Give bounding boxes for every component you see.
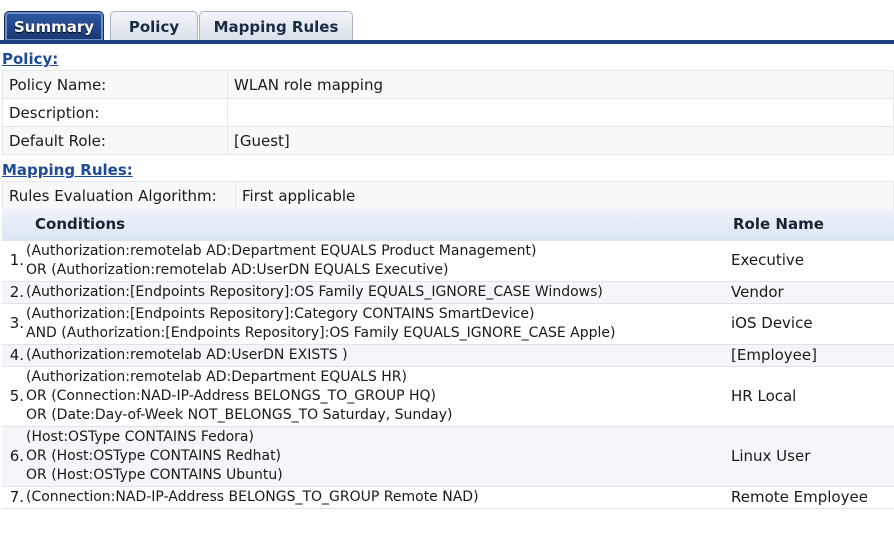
rule-role-name: [Employee] <box>725 343 894 367</box>
rule-role-name: Executive <box>725 239 894 282</box>
default-role-row: Default Role: [Guest] <box>2 126 894 155</box>
policy-section-title: Policy: <box>2 50 59 68</box>
condition-line: OR (Connection:NAD-IP-Address BELONGS_TO… <box>26 387 436 404</box>
description-label: Description: <box>2 98 228 127</box>
table-row: 1. (Authorization:remotelab AD:Department… <box>2 239 894 282</box>
rule-conditions: (Authorization:remotelab AD:UserDN EXIST… <box>25 343 725 367</box>
condition-line: (Host:OSType CONTAINS Fedora) <box>26 428 254 445</box>
table-row: 7. (Connection:NAD-IP-Address BELONGS_TO_… <box>2 485 894 509</box>
policy-name-label: Policy Name: <box>2 70 228 99</box>
description-value <box>227 98 894 127</box>
tab-summary[interactable]: Summary <box>4 11 104 41</box>
policy-name-row: Policy Name: WLAN role mapping <box>2 70 894 99</box>
condition-line: (Connection:NAD-IP-Address BELONGS_TO_GR… <box>26 488 479 505</box>
rule-number: 4. <box>2 343 25 367</box>
rule-role-name: Vendor <box>725 280 894 304</box>
tab-bar: Summary Policy Mapping Rules <box>0 0 894 44</box>
conditions-column-header: Conditions <box>2 209 725 240</box>
rule-role-name: iOS Device <box>725 302 894 345</box>
rule-conditions: (Authorization:[Endpoints Repository]:OS… <box>25 280 725 304</box>
algorithm-table: Rules Evaluation Algorithm: First applic… <box>2 181 894 210</box>
table-row: 6. (Host:OSType CONTAINS Fedora) OR (Host:… <box>2 425 894 487</box>
mapping-rules-table: Conditions Role Name 1. (Authorization:re… <box>2 209 894 509</box>
condition-line: OR (Date:Day-of-Week NOT_BELONGS_TO Satu… <box>26 406 453 423</box>
condition-line: OR (Host:OSType CONTAINS Ubuntu) <box>26 466 283 483</box>
default-role-value: [Guest] <box>227 126 894 155</box>
mapping-rules-section-title: Mapping Rules: <box>2 161 133 179</box>
rule-conditions: (Authorization:remotelab AD:Department E… <box>25 239 725 282</box>
role-name-column-header: Role Name <box>725 209 894 240</box>
tab-bar-divider <box>0 40 894 44</box>
rule-number: 7. <box>2 485 25 509</box>
rule-conditions: (Authorization:[Endpoints Repository]:Ca… <box>25 302 725 345</box>
policy-name-value: WLAN role mapping <box>227 70 894 99</box>
condition-line: (Authorization:remotelab AD:Department E… <box>26 242 537 259</box>
rule-number: 3. <box>2 302 25 345</box>
tab-mapping-rules[interactable]: Mapping Rules <box>199 11 353 41</box>
condition-line: AND (Authorization:[Endpoints Repository… <box>26 324 616 341</box>
rule-number: 1. <box>2 239 25 282</box>
rule-role-name: HR Local <box>725 365 894 427</box>
table-row: 3. (Authorization:[Endpoints Repository]:… <box>2 302 894 345</box>
description-row: Description: <box>2 98 894 127</box>
rule-conditions: (Connection:NAD-IP-Address BELONGS_TO_GR… <box>25 485 725 509</box>
rule-conditions: (Authorization:remotelab AD:Department E… <box>25 365 725 427</box>
rule-role-name: Remote Employee <box>725 485 894 509</box>
rule-role-name: Linux User <box>725 425 894 487</box>
table-row: 2. (Authorization:[Endpoints Repository]:… <box>2 280 894 304</box>
condition-line: OR (Authorization:remotelab AD:UserDN EQ… <box>26 261 449 278</box>
rules-header-row: Conditions Role Name <box>2 209 894 240</box>
tab-policy[interactable]: Policy <box>110 11 198 41</box>
default-role-label: Default Role: <box>2 126 228 155</box>
rule-number: 2. <box>2 280 25 304</box>
rule-conditions: (Host:OSType CONTAINS Fedora) OR (Host:OS… <box>25 425 725 487</box>
condition-line: (Authorization:[Endpoints Repository]:Ca… <box>26 305 535 322</box>
table-row: 5. (Authorization:remotelab AD:Department… <box>2 365 894 427</box>
algorithm-value: First applicable <box>235 181 894 210</box>
condition-line: (Authorization:[Endpoints Repository]:OS… <box>26 283 603 300</box>
policy-summary-table: Policy Name: WLAN role mapping Descripti… <box>2 70 894 155</box>
condition-line: (Authorization:remotelab AD:Department E… <box>26 368 407 385</box>
table-row: 4. (Authorization:remotelab AD:UserDN EXI… <box>2 343 894 367</box>
rule-number: 5. <box>2 365 25 427</box>
condition-line: (Authorization:remotelab AD:UserDN EXIST… <box>26 346 348 363</box>
condition-line: OR (Host:OSType CONTAINS Redhat) <box>26 447 282 464</box>
rule-number: 6. <box>2 425 25 487</box>
algorithm-label: Rules Evaluation Algorithm: <box>2 181 236 210</box>
